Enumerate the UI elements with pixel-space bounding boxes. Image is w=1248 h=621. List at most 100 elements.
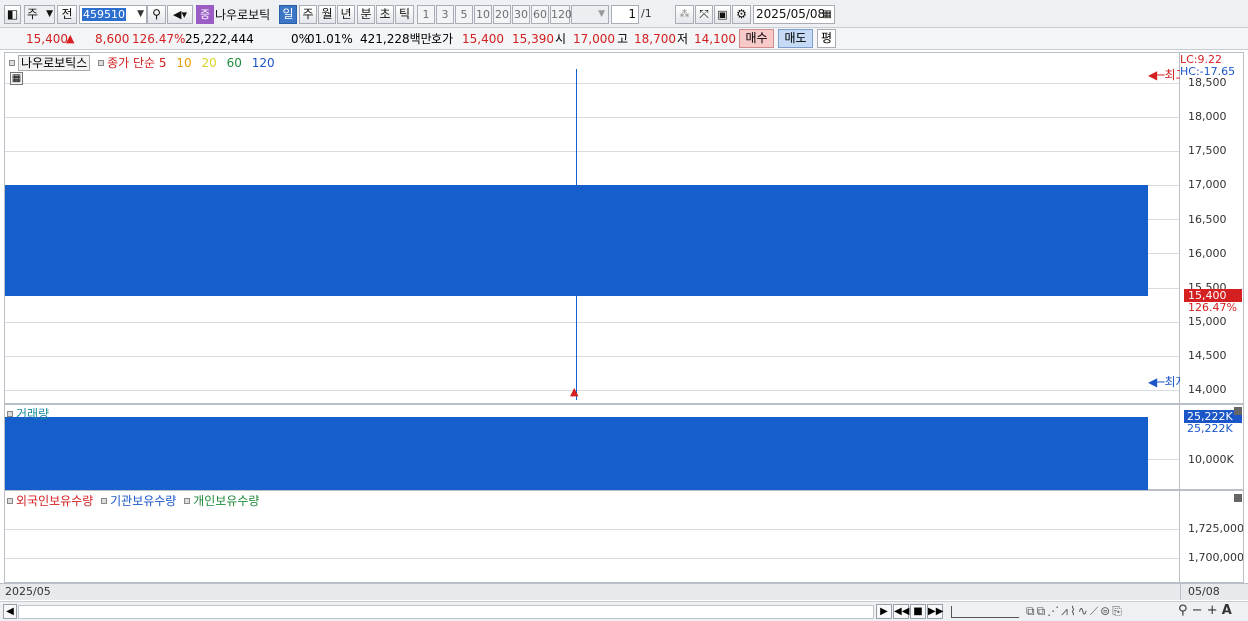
price-tick: 14,000: [1188, 383, 1227, 396]
legend-square-icon: [7, 498, 13, 504]
evaluate-button[interactable]: 평: [817, 29, 836, 48]
interval-30[interactable]: 30: [512, 5, 530, 24]
rewind-icon[interactable]: ◀◀: [893, 604, 909, 619]
ask-label: 호가: [431, 32, 454, 46]
chart-scroll-controls: ◀ ▶ ◀◀ ■ ▶▶ ⧉⧉⋰⩘⌇∿⟋⊜⎘ ⚲ − + A: [0, 601, 1248, 621]
divider: [1180, 584, 1181, 600]
holdings-chart-panel[interactable]: 외국인보유수량 기관보유수량 개인보유수량: [4, 490, 1180, 583]
line-icon[interactable]: ⌇: [1070, 604, 1078, 618]
interval-20[interactable]: 20: [493, 5, 511, 24]
date-input[interactable]: 2025/05/08 ▦: [753, 5, 835, 24]
period-day[interactable]: 일: [279, 5, 297, 24]
wave-icon[interactable]: ∿: [1078, 604, 1090, 618]
price-axis[interactable]: LC:9.22 HC:-17.65 18,500 18,000 17,500 1…: [1180, 52, 1244, 404]
scroll-track[interactable]: [18, 605, 874, 619]
calendar-icon[interactable]: ▦: [823, 6, 832, 23]
interval-120[interactable]: 120: [550, 5, 572, 24]
holdings-tick: 1,700,000: [1188, 551, 1244, 564]
stock-tag[interactable]: 나우로보틱스: [18, 55, 91, 71]
legend-square-icon: [184, 498, 191, 504]
copy-icon[interactable]: ⎘: [1112, 604, 1124, 618]
layout-icon[interactable]: ◧: [4, 5, 21, 24]
sell-button[interactable]: 매도: [778, 29, 813, 48]
stock-code-input[interactable]: 459510 ▼: [79, 5, 147, 24]
legend-square-icon: [101, 498, 108, 504]
fast-forward-icon[interactable]: ▶▶: [927, 604, 943, 619]
lock-icon[interactable]: ⊜: [1100, 604, 1112, 618]
crosshair-icon[interactable]: ⋰: [1047, 604, 1061, 618]
period-tick[interactable]: 틱: [395, 5, 414, 24]
period-year[interactable]: 년: [337, 5, 355, 24]
chevron-down-icon: ▼: [46, 9, 53, 19]
zoom-out-icon[interactable]: −: [1192, 603, 1203, 618]
high-price: 18,700: [634, 32, 676, 46]
ma-20: 20: [201, 56, 217, 70]
interval-custom-select[interactable]: ▼: [571, 5, 609, 24]
prev-button[interactable]: 전: [57, 5, 77, 24]
period-week[interactable]: 주: [299, 5, 317, 24]
ask-price-1: 15,400: [462, 32, 504, 46]
legend-square-icon: [98, 60, 105, 66]
date-axis-right: 05/08: [1188, 585, 1220, 598]
arrow-left-icon: ◀─: [1148, 375, 1165, 389]
period-month[interactable]: 월: [318, 5, 336, 24]
search-icon[interactable]: ⚲: [147, 5, 166, 24]
speaker-icon[interactable]: ◀▾: [167, 5, 193, 24]
period-second[interactable]: 초: [376, 5, 394, 24]
period-select[interactable]: 주 ▼: [24, 5, 55, 24]
gridline: [5, 322, 1179, 323]
price-change-pct: 126.47%: [132, 32, 186, 46]
volume-bar[interactable]: [5, 417, 1148, 490]
price-legend: 나우로보틱스 종가 단순 5 10 20 60 120: [9, 54, 275, 71]
price-tick: 18,500: [1188, 76, 1227, 89]
candle-body[interactable]: [5, 185, 1148, 296]
buy-button[interactable]: 매수: [739, 29, 774, 48]
legend-foreign: 외국인보유수량: [16, 494, 94, 508]
period-minute[interactable]: 분: [357, 5, 375, 24]
holdings-axis[interactable]: 1,725,000 1,700,000: [1180, 490, 1244, 583]
trend-icon[interactable]: ⩘: [1061, 604, 1070, 618]
open-label: 시: [555, 32, 567, 46]
interval-10[interactable]: 10: [474, 5, 492, 24]
speed-slider[interactable]: [951, 606, 1019, 618]
volume-axis[interactable]: 25,222K 25,222K 10,000K: [1180, 404, 1244, 490]
date-axis-left: 2025/05: [5, 585, 51, 598]
interval-5[interactable]: 5: [455, 5, 473, 24]
window-icon[interactable]: ⧉: [1037, 604, 1048, 618]
font-size-icon[interactable]: A: [1222, 603, 1232, 618]
table-icon[interactable]: ▦: [10, 72, 23, 85]
page-total: /1: [641, 7, 652, 20]
open-price: 17,000: [573, 32, 615, 46]
chevron-down-icon: ▼: [137, 9, 144, 19]
draw-tool-icon[interactable]: ⤧: [695, 5, 713, 24]
close-icon[interactable]: [1234, 494, 1242, 502]
volume-current-label: 25,222K: [1187, 422, 1233, 435]
volume-chart-panel[interactable]: 거래량: [4, 404, 1180, 490]
price-chart-panel[interactable]: ▲ 나우로보틱스 종가 단순 5 10 20 60 120 ▦ ◀─최고 ◀─최…: [4, 52, 1187, 404]
holdings-tick: 1,725,000: [1188, 522, 1244, 535]
zoom-search-icon[interactable]: ⚲: [1178, 603, 1188, 618]
save-icon[interactable]: ▣: [714, 5, 731, 24]
page-input[interactable]: 1: [611, 5, 639, 24]
gridline: [5, 83, 1179, 84]
compare-icon[interactable]: ⁂: [675, 5, 694, 24]
scroll-left-icon[interactable]: ◀: [3, 604, 17, 619]
chevron-down-icon: ▼: [598, 9, 605, 19]
current-pct-tag: 126.47%: [1188, 301, 1237, 314]
date-value: 2025/05/08: [756, 7, 826, 21]
close-icon[interactable]: [1234, 407, 1242, 415]
gridline: [5, 117, 1179, 118]
stop-icon[interactable]: ■: [910, 604, 926, 619]
interval-3[interactable]: 3: [436, 5, 454, 24]
interval-1[interactable]: 1: [417, 5, 435, 24]
fib-icon[interactable]: ⟋: [1090, 604, 1100, 618]
stock-name: 나우로보틱: [215, 8, 271, 22]
price-change: 8,600: [95, 32, 130, 46]
play-icon[interactable]: ▶: [876, 604, 892, 619]
gear-icon[interactable]: ⚙: [732, 5, 751, 24]
ma-10: 10: [176, 56, 192, 70]
zoom-in-icon[interactable]: +: [1207, 603, 1218, 618]
interval-60[interactable]: 60: [531, 5, 549, 24]
split-view-icon[interactable]: ⧉: [1026, 604, 1037, 618]
volume-value: 25,222,444: [185, 32, 254, 46]
